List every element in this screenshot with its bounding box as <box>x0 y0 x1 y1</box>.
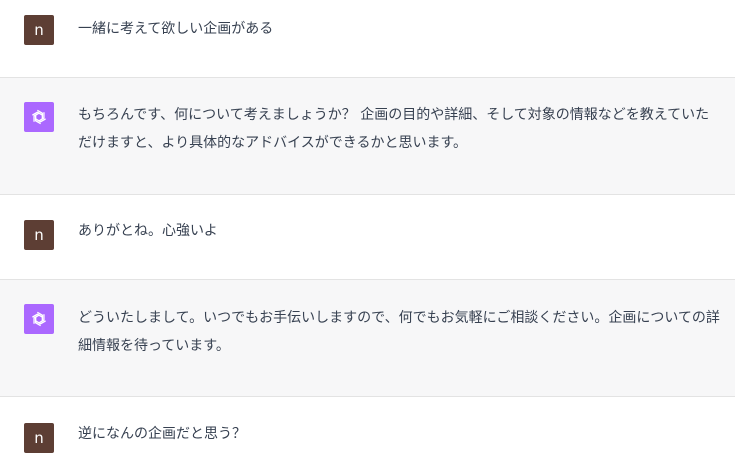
openai-logo-icon <box>24 304 54 334</box>
assistant-message: どういたしまして。いつでもお手伝いしますので、何でもお気軽にご相談ください。企画… <box>0 280 735 397</box>
assistant-message: もちろんです、何について考えましょうか？ 企画の目的や詳細、そして対象の情報など… <box>0 78 735 195</box>
user-message: n 逆になんの企画だと思う？ <box>0 397 735 468</box>
avatar-letter: n <box>34 429 44 447</box>
message-text: どういたしまして。いつでもお手伝いしますので、何でもお気軽にご相談ください。企画… <box>78 310 720 354</box>
user-avatar: n <box>24 15 54 45</box>
message-text: 一緒に考えて欲しい企画がある <box>78 21 274 37</box>
avatar-letter: n <box>34 226 44 244</box>
user-avatar: n <box>24 423 54 453</box>
openai-logo-icon <box>24 102 54 132</box>
message-text: もちろんです、何について考えましょうか？ 企画の目的や詳細、そして対象の情報など… <box>78 107 710 151</box>
user-avatar: n <box>24 220 54 250</box>
avatar-letter: n <box>34 21 44 39</box>
user-message: n 一緒に考えて欲しい企画がある <box>0 0 735 78</box>
chat-thread: n 一緒に考えて欲しい企画がある もちろんです、何について考えましょうか？ 企画… <box>0 0 735 468</box>
message-text: 逆になんの企画だと思う？ <box>78 426 246 442</box>
message-text: ありがとね。心強いよ <box>78 223 218 239</box>
user-message: n ありがとね。心強いよ <box>0 195 735 280</box>
